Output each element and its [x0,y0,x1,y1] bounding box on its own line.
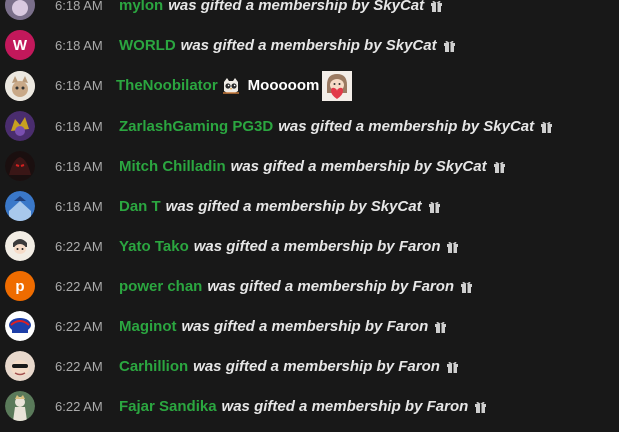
message-timestamp: 6:18 AM [55,118,103,134]
author-name[interactable]: Maginot [119,318,177,335]
gifter-name: Faron [398,357,440,375]
gifter-name: SkyCat [370,197,422,215]
gift-icon [474,399,487,413]
message-content: Dan T was gifted a membership by SkyCat [119,198,441,215]
message-timestamp: 6:18 AM [55,78,103,93]
message-content: Mitch Chilladin was gifted a membership … [119,158,506,175]
gift-phrase: was gifted a membership by [207,277,409,295]
gift-icon [460,279,473,293]
avatar-letter: W [12,36,28,54]
chat-message: 6:18 AM Mitch Chilladin was gifted a mem… [0,146,619,186]
avatar[interactable] [5,0,35,20]
message-content: TheNoobilator Mooooom [116,70,353,101]
gifter-name: Faron [386,317,429,335]
avatar[interactable] [5,231,35,261]
gift-phrase: was gifted a membership by [165,197,367,215]
message-timestamp: 6:18 AM [55,37,103,53]
chat-message: p 6:22 AM power chan was gifted a member… [0,266,619,306]
gift-icon [428,199,441,213]
gift-icon [434,319,447,333]
chat-message: W 6:18 AM WORLD was gifted a membership … [0,25,619,65]
gift-phrase: was gifted a membership by [181,317,383,335]
message-content: Carhillion was gifted a membership by Fa… [119,358,459,375]
heart-girl-emote-icon [322,70,353,101]
avatar[interactable] [5,351,35,381]
avatar[interactable]: p [5,271,35,301]
author-name[interactable]: Yato Tako [119,238,189,255]
gift-phrase: was gifted a membership by [193,357,395,375]
gift-icon [446,239,459,253]
message-content: Maginot was gifted a membership by Faron [119,318,447,335]
message-content: ZarlashGaming PG3D was gifted a membersh… [119,118,553,135]
message-timestamp: 6:18 AM [55,198,103,214]
gift-phrase: was gifted a membership by [168,0,370,14]
chat-message: 6:18 AM mylon was gifted a membership by… [0,0,619,25]
owl-emote-icon [219,74,242,97]
avatar[interactable] [5,151,35,181]
author-name[interactable]: Mitch Chilladin [119,158,226,175]
message-timestamp: 6:22 AM [55,398,103,414]
author-name[interactable]: mylon [119,0,163,14]
gift-phrase: was gifted a membership by [221,397,423,415]
avatar-letter: p [15,277,25,295]
chat-message: 6:22 AM Maginot was gifted a membership … [0,306,619,346]
avatar[interactable]: W [5,30,35,60]
message-content: mylon was gifted a membership by SkyCat [119,0,443,14]
gifter-name: Faron [426,397,469,415]
avatar[interactable] [5,191,35,221]
author-name[interactable]: ZarlashGaming PG3D [119,118,273,135]
message-content: Yato Tako was gifted a membership by Far… [119,238,459,255]
gifter-name: SkyCat [373,0,425,14]
message-content: power chan was gifted a membership by Fa… [119,278,473,295]
gift-phrase: was gifted a membership by [180,36,382,54]
message-timestamp: 6:22 AM [55,358,103,374]
gifter-name: SkyCat [435,157,487,175]
gift-icon [430,0,443,12]
gifter-name: SkyCat [483,117,535,135]
chat-message: 6:22 AM Carhillion was gifted a membersh… [0,346,619,386]
author-name[interactable]: Fajar Sandika [119,398,217,415]
gift-icon [443,38,456,52]
gift-icon [493,159,506,173]
chat-message-list: 6:18 AM mylon was gifted a membership by… [0,0,619,426]
message-content: WORLD was gifted a membership by SkyCat [119,37,456,54]
gifter-name: Faron [412,277,455,295]
avatar[interactable] [5,111,35,141]
chat-message: 6:22 AM Yato Tako was gifted a membershi… [0,226,619,266]
gifter-name: SkyCat [385,36,437,54]
author-name[interactable]: Carhillion [119,358,188,375]
avatar[interactable] [5,391,35,421]
message-timestamp: 6:22 AM [55,278,103,294]
gift-phrase: was gifted a membership by [278,117,480,135]
chat-message: 6:22 AM Fajar Sandika was gifted a membe… [0,386,619,426]
gift-phrase: was gifted a membership by [193,237,395,255]
chat-message: 6:18 AM Dan T was gifted a membership by… [0,186,619,226]
message-timestamp: 6:22 AM [55,238,103,254]
author-name[interactable]: WORLD [119,37,176,54]
author-name[interactable]: power chan [119,278,202,295]
message-timestamp: 6:18 AM [55,158,103,174]
gift-phrase: was gifted a membership by [230,157,432,175]
author-name[interactable]: Dan T [119,198,161,215]
gifter-name: Faron [398,237,441,255]
message-timestamp: 6:22 AM [55,318,103,334]
avatar[interactable] [5,311,35,341]
gift-icon [540,119,553,133]
chat-message: 6:18 AM TheNoobilator Mooooom [0,65,619,106]
author-name[interactable]: TheNoobilator [116,77,218,94]
avatar[interactable] [5,70,35,101]
chat-message: 6:18 AM ZarlashGaming PG3D was gifted a … [0,106,619,146]
gift-icon [446,359,459,373]
message-content: Fajar Sandika was gifted a membership by… [119,398,487,415]
message-timestamp: 6:18 AM [55,0,103,13]
message-text: Mooooom [247,77,320,94]
